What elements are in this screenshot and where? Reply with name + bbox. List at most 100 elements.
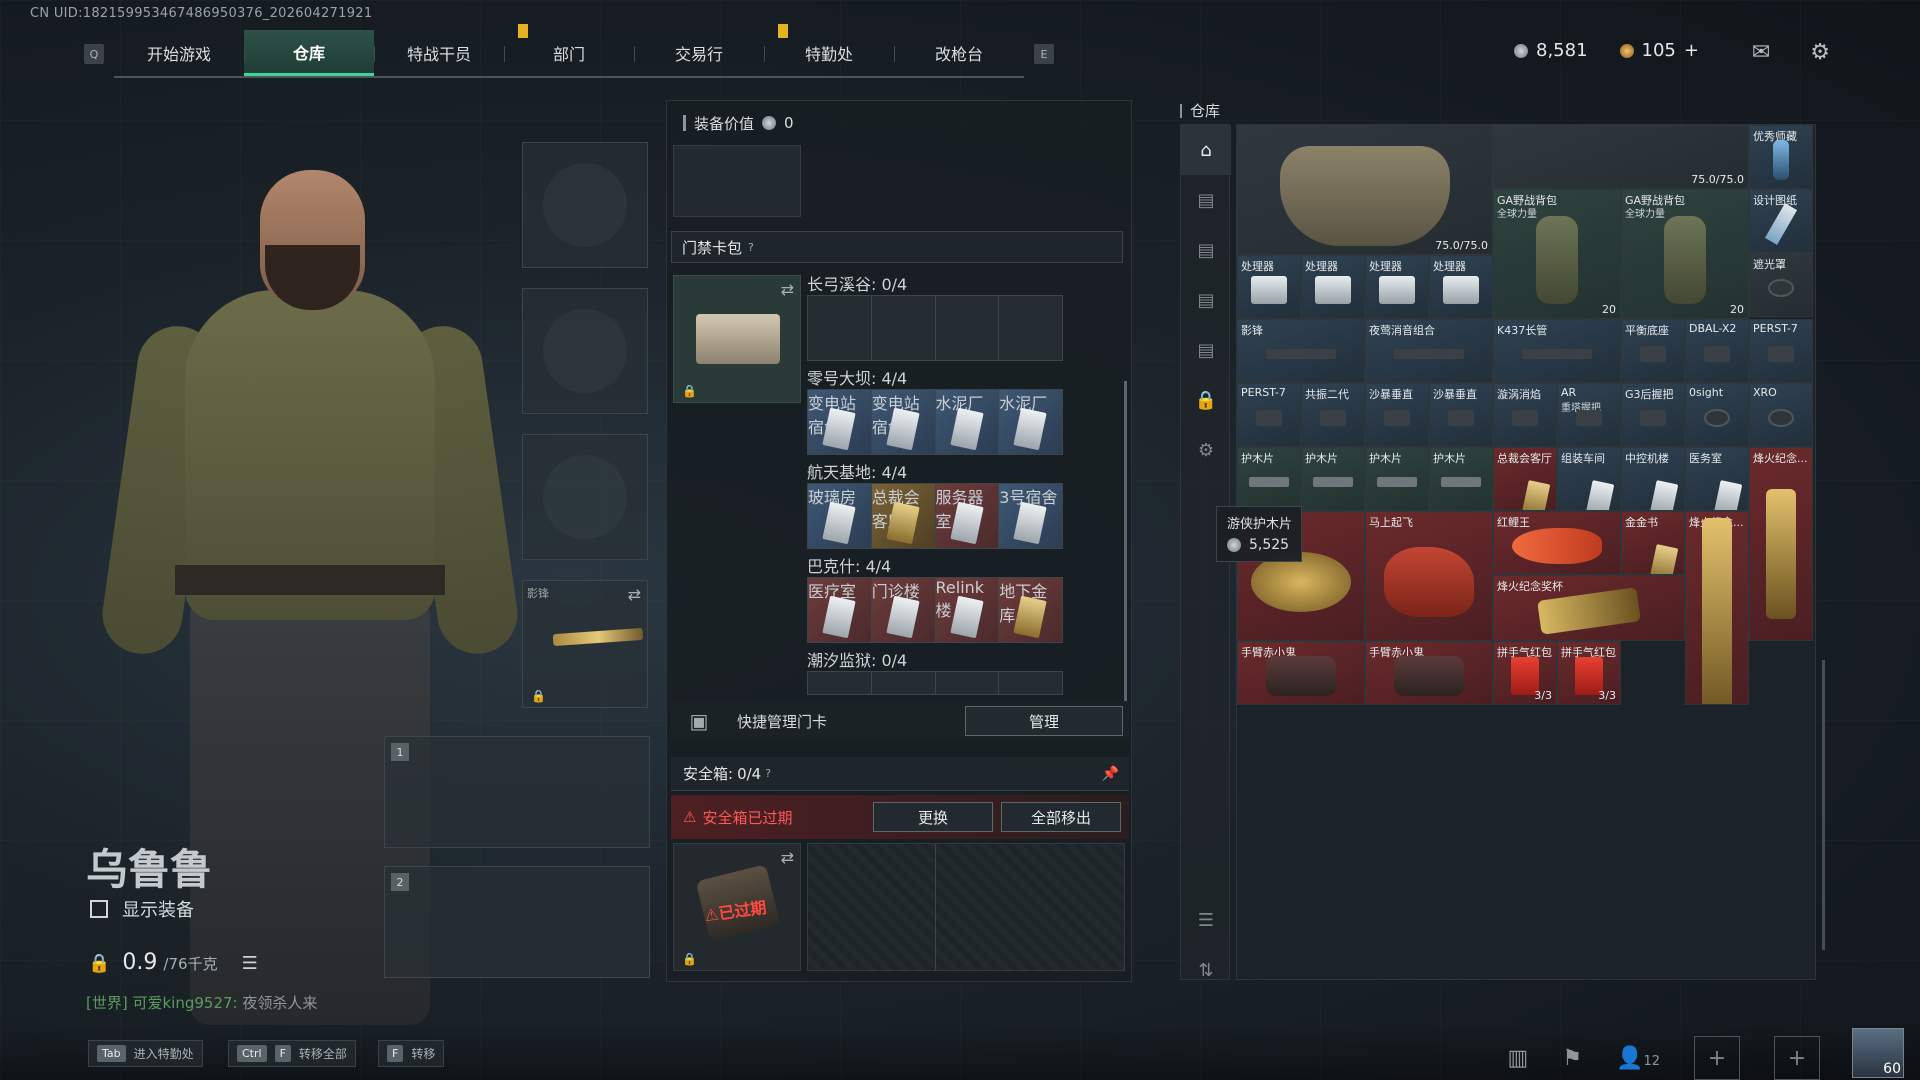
nav-left-key[interactable]: Q	[84, 44, 104, 64]
keycard-item[interactable]: 总裁会客厅	[1493, 447, 1557, 511]
weapon-part-item[interactable]: 平衡底座	[1621, 319, 1685, 383]
sort-icon[interactable]: ⇅	[1181, 945, 1231, 995]
keycard[interactable]: 医疗室	[808, 578, 872, 642]
collectible-item[interactable]: 手臂赤小鬼	[1365, 641, 1493, 705]
weapon-part-item[interactable]: AR 重塔握把	[1557, 383, 1621, 447]
tab-operators[interactable]: 特战干员	[374, 30, 504, 76]
collectible-item[interactable]: 红鲤王	[1493, 511, 1621, 575]
add-slot-button[interactable]: +	[1694, 1036, 1740, 1080]
keycard[interactable]: 3号宿舍	[999, 484, 1062, 548]
helmet-slot[interactable]	[522, 142, 648, 268]
collectible-item[interactable]: 优秀师藏	[1749, 125, 1813, 189]
weapon-part-item[interactable]: 0sight	[1685, 383, 1749, 447]
armor-item[interactable]: 75.0/75.0	[1237, 125, 1493, 255]
weapon-part-item[interactable]: DBAL-X2	[1685, 319, 1749, 383]
scrollbar[interactable]	[1124, 381, 1127, 701]
weapon-part-item[interactable]: PERST-7	[1749, 319, 1813, 383]
pin-icon[interactable]: 📌	[1102, 766, 1119, 782]
trophy-item[interactable]: 烽火纪念...	[1749, 447, 1813, 641]
collectible-item[interactable]: 手臂赤小鬼	[1237, 641, 1365, 705]
weapon-item[interactable]: 影锋	[1237, 319, 1365, 383]
layers-icon[interactable]: ☰	[1181, 895, 1231, 945]
safe-case-item[interactable]: ⇄ ⚠已过期 🔒	[673, 843, 801, 971]
weapon-part-item[interactable]: XRO	[1749, 383, 1813, 447]
swap-icon[interactable]: ⇄	[628, 585, 641, 604]
swap-icon[interactable]: ⇄	[781, 280, 794, 299]
show-equipment-checkbox[interactable]	[90, 900, 108, 918]
card-slot[interactable]	[872, 296, 936, 360]
secondary-weapon-slot[interactable]: 2	[384, 866, 650, 978]
card-pack-item[interactable]: ⇄ 🔒	[673, 275, 801, 403]
scrollbar[interactable]	[1822, 660, 1825, 950]
keycard[interactable]: 总裁会客厅	[871, 484, 936, 548]
plate-item[interactable]: 护木片	[1429, 447, 1493, 511]
weapon-part-item[interactable]: 沙暴垂直	[1429, 383, 1493, 447]
tab-gunsmith[interactable]: 改枪台	[894, 30, 1024, 76]
weapon-item[interactable]: 夜莺消音组合	[1365, 319, 1493, 383]
collectible-item[interactable]: 金金书	[1621, 511, 1685, 575]
armor-slot[interactable]	[522, 288, 648, 414]
plate-item[interactable]: 护木片	[1301, 447, 1365, 511]
armor-item[interactable]: 75.0/75.0	[1493, 125, 1749, 189]
keycard-item[interactable]: 医务室	[1685, 447, 1749, 511]
trophy-item[interactable]: 烽火纪念...	[1685, 511, 1749, 705]
weapon-part-item[interactable]: K437长管	[1493, 319, 1621, 383]
help-icon[interactable]: ?	[765, 767, 771, 780]
melee-slot[interactable]: 影锋 ⇄ 🔒	[522, 580, 648, 708]
keycard[interactable]: 服务器室	[935, 484, 1000, 548]
help-icon[interactable]: ?	[748, 241, 754, 254]
plate-item[interactable]: 护木片	[1365, 447, 1429, 511]
keycard[interactable]: 水泥厂	[999, 390, 1062, 454]
warehouse-tab-4-icon[interactable]: ▤	[1181, 325, 1231, 375]
safe-box-cell[interactable]	[808, 844, 936, 970]
collectible-item[interactable]: 马上起飞	[1365, 511, 1493, 641]
processor-item[interactable]: 处理器	[1429, 255, 1493, 319]
keycard[interactable]: 门诊楼	[871, 578, 936, 642]
blueprint-item[interactable]: 设计图纸	[1749, 189, 1813, 253]
add-slot-button[interactable]: +	[1774, 1036, 1820, 1080]
weapon-part-item[interactable]: G3后握把	[1621, 383, 1685, 447]
card-slot[interactable]	[936, 672, 1000, 694]
tab-start-game[interactable]: 开始游戏	[114, 30, 244, 76]
nav-right-key[interactable]: E	[1034, 44, 1054, 64]
plate-item[interactable]: 护木片	[1237, 447, 1301, 511]
warehouse-tab-all-icon[interactable]: ⌂	[1181, 125, 1231, 175]
hint-special-office[interactable]: Tab 进入特勤处	[88, 1040, 203, 1067]
manage-button[interactable]: 管理	[965, 706, 1123, 736]
backpack-item[interactable]: GA野战背包 全球力量 20	[1493, 189, 1621, 319]
show-equipment-toggle[interactable]: 显示装备	[90, 896, 194, 922]
move-all-button[interactable]: 全部移出	[1001, 802, 1121, 832]
mail-icon[interactable]: ✉	[1752, 40, 1770, 65]
weapon-part-item[interactable]: 共振二代	[1301, 383, 1365, 447]
flag-icon[interactable]: ⚑	[1562, 1046, 1582, 1071]
player-avatar[interactable]: 60	[1852, 1028, 1904, 1078]
gear-icon[interactable]: ⚙	[1810, 40, 1830, 65]
card-slot[interactable]	[999, 296, 1062, 360]
replace-button[interactable]: 更换	[873, 802, 993, 832]
rig-slot[interactable]	[673, 145, 801, 217]
card-slot[interactable]	[808, 296, 872, 360]
keycard[interactable]: Relink楼	[935, 578, 1000, 642]
hint-transfer[interactable]: F 转移	[378, 1040, 445, 1067]
hint-transfer-all[interactable]: Ctrl F 转移全部	[228, 1040, 356, 1067]
backpack-item[interactable]: GA野战背包 全球力量 20	[1621, 189, 1749, 319]
card-slot[interactable]	[999, 672, 1062, 694]
tab-warehouse[interactable]: 仓库	[244, 30, 374, 76]
gear-icon[interactable]: ⚙	[1181, 425, 1231, 475]
keycard[interactable]: 变电站宿舍	[871, 390, 936, 454]
keycard[interactable]: 变电站宿舍	[808, 390, 872, 454]
red-envelope-item[interactable]: 拼手气红包 3/3	[1557, 641, 1621, 705]
pistol-slot[interactable]	[522, 434, 648, 560]
warehouse-tab-3-icon[interactable]: ▤	[1181, 275, 1231, 325]
weapon-part-item[interactable]: 漩涡消焰	[1493, 383, 1557, 447]
add-currency-button[interactable]: +	[1684, 40, 1699, 61]
safe-box-grid[interactable]	[807, 843, 1125, 971]
primary-weapon-slot[interactable]: 1	[384, 736, 650, 848]
weapon-part-item[interactable]: 沙暴垂直	[1365, 383, 1429, 447]
list-icon[interactable]: ☰	[242, 953, 258, 974]
keycard[interactable]: 地下金库	[999, 578, 1062, 642]
swap-icon[interactable]: ⇄	[781, 848, 794, 867]
card-slot[interactable]	[808, 672, 872, 694]
processor-item[interactable]: 处理器	[1301, 255, 1365, 319]
weapon-part-item[interactable]: PERST-7	[1237, 383, 1301, 447]
